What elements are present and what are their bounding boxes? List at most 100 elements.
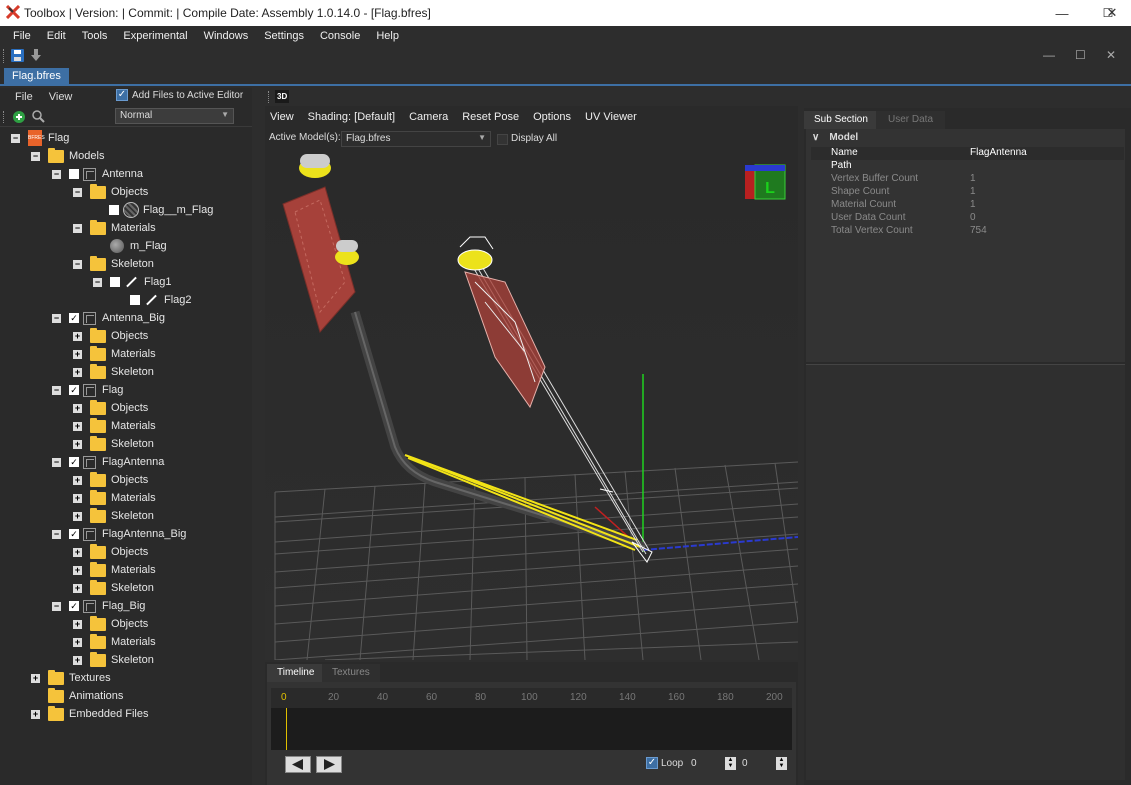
- end-frame-input[interactable]: 0: [742, 758, 748, 769]
- tree-node-flag[interactable]: − ✓ Flag: [52, 381, 123, 399]
- download-arrow-icon[interactable]: [30, 49, 42, 62]
- expand-icon[interactable]: +: [73, 439, 82, 449]
- active-models-dropdown[interactable]: Flag.bfres ▼: [341, 131, 491, 147]
- tree-menu-file[interactable]: File: [15, 91, 33, 103]
- collapse-icon[interactable]: −: [52, 313, 61, 323]
- toolbar-grip[interactable]: [3, 49, 6, 63]
- prev-frame-button[interactable]: [285, 756, 311, 773]
- tree-node-objects[interactable]: − Objects: [73, 183, 148, 201]
- viewer-menu-reset-pose[interactable]: Reset Pose: [462, 111, 519, 123]
- tree-node-bone-flag1[interactable]: − Flag1: [93, 273, 172, 291]
- collapse-icon[interactable]: −: [52, 529, 61, 539]
- visibility-checkbox[interactable]: ✓: [69, 529, 79, 539]
- property-row[interactable]: Total Vertex Count 754: [811, 225, 1124, 238]
- expand-icon[interactable]: +: [73, 367, 82, 377]
- tree-node-materials[interactable]: + Materials: [73, 417, 156, 435]
- property-row[interactable]: Vertex Buffer Count 1: [811, 173, 1124, 186]
- mdi-maximize-button[interactable]: ☐: [1075, 48, 1086, 62]
- collapse-chevron-icon[interactable]: ∨: [812, 132, 819, 143]
- tree-node-animations[interactable]: Animations: [48, 687, 123, 705]
- tree-node-models[interactable]: − Models: [31, 147, 104, 165]
- tree-node-antenna[interactable]: − Antenna: [52, 165, 143, 183]
- tree-node-textures[interactable]: + Textures: [31, 669, 111, 687]
- expand-icon[interactable]: +: [73, 421, 82, 431]
- visibility-checkbox[interactable]: ✓: [69, 601, 79, 611]
- tree-node-skeleton[interactable]: + Skeleton: [73, 579, 154, 597]
- expand-icon[interactable]: +: [73, 493, 82, 503]
- tab-timeline[interactable]: Timeline: [267, 664, 325, 682]
- view-orientation-gizmo[interactable]: L: [745, 164, 786, 200]
- tree-node-objects[interactable]: + Objects: [73, 327, 148, 345]
- menu-experimental[interactable]: Experimental: [123, 30, 187, 42]
- 3d-scene[interactable]: L: [265, 152, 798, 660]
- visibility-checkbox[interactable]: ✓: [69, 457, 79, 467]
- expand-icon[interactable]: +: [73, 511, 82, 521]
- expand-icon[interactable]: +: [73, 331, 82, 341]
- collapse-icon[interactable]: −: [93, 277, 102, 287]
- loop-checkbox[interactable]: ✓: [646, 757, 658, 769]
- tree-node-materials[interactable]: + Materials: [73, 489, 156, 507]
- mdi-minimize-button[interactable]: —: [1043, 48, 1055, 62]
- tree-node-skeleton[interactable]: + Skeleton: [73, 435, 154, 453]
- frame-input[interactable]: 0: [691, 758, 697, 769]
- tab-sub-section[interactable]: Sub Section: [804, 111, 878, 129]
- collapse-icon[interactable]: −: [52, 601, 61, 611]
- expand-icon[interactable]: +: [73, 565, 82, 575]
- tree-node-skeleton[interactable]: + Skeleton: [73, 363, 154, 381]
- mdi-close-button[interactable]: ✕: [1106, 48, 1116, 62]
- property-row[interactable]: Name FlagAntenna: [811, 147, 1124, 160]
- expand-icon[interactable]: +: [31, 709, 40, 719]
- tree-node-materials[interactable]: + Materials: [73, 633, 156, 651]
- visibility-checkbox[interactable]: [130, 295, 140, 305]
- viewer-menu-uv-viewer[interactable]: UV Viewer: [585, 111, 637, 123]
- tree-toolbar-grip[interactable]: [3, 111, 6, 123]
- expand-icon[interactable]: +: [73, 403, 82, 413]
- tree-node-bone-flag2[interactable]: Flag2: [130, 291, 192, 309]
- tree-node-mesh[interactable]: Flag__m_Flag: [109, 201, 213, 219]
- expand-icon[interactable]: +: [73, 655, 82, 665]
- viewer-menu-shading[interactable]: Shading: [Default]: [308, 111, 395, 123]
- tree-menu-view[interactable]: View: [49, 91, 73, 103]
- tree-node-skeleton[interactable]: − Skeleton: [73, 255, 154, 273]
- expand-icon[interactable]: +: [73, 583, 82, 593]
- collapse-icon[interactable]: −: [52, 457, 61, 467]
- close-button[interactable]: ✕: [1089, 0, 1131, 26]
- add-icon[interactable]: [13, 111, 25, 123]
- tree-node-materials[interactable]: − Materials: [73, 219, 156, 237]
- tab-3d[interactable]: 3D: [275, 90, 290, 103]
- splitter[interactable]: [252, 88, 265, 785]
- tree-node-flag-antenna[interactable]: − ✓ FlagAntenna: [52, 453, 164, 471]
- minimize-button[interactable]: —: [1039, 0, 1085, 26]
- property-section-header[interactable]: ∨ Model: [812, 132, 858, 143]
- collapse-icon[interactable]: −: [73, 259, 82, 269]
- tree-node-material[interactable]: m_Flag: [110, 237, 167, 255]
- 3d-viewport[interactable]: L: [265, 152, 798, 660]
- expand-icon[interactable]: +: [73, 475, 82, 485]
- visibility-checkbox[interactable]: ✓: [69, 385, 79, 395]
- tree-node-skeleton[interactable]: + Skeleton: [73, 507, 154, 525]
- playhead[interactable]: [286, 708, 287, 750]
- visibility-checkbox[interactable]: ✓: [69, 313, 79, 323]
- tree-node-flag-big[interactable]: − ✓ Flag_Big: [52, 597, 145, 615]
- collapse-icon[interactable]: −: [52, 385, 61, 395]
- expand-icon[interactable]: +: [73, 619, 82, 629]
- menu-file[interactable]: File: [13, 30, 31, 42]
- collapse-icon[interactable]: −: [31, 151, 40, 161]
- menu-windows[interactable]: Windows: [204, 30, 249, 42]
- tree-node-embedded-files[interactable]: + Embedded Files: [31, 705, 149, 723]
- menu-console[interactable]: Console: [320, 30, 360, 42]
- menu-settings[interactable]: Settings: [264, 30, 304, 42]
- tree-node-flag-antenna-big[interactable]: − ✓ FlagAntenna_Big: [52, 525, 186, 543]
- menu-edit[interactable]: Edit: [47, 30, 66, 42]
- property-row[interactable]: Shape Count 1: [811, 186, 1124, 199]
- collapse-icon[interactable]: −: [52, 169, 61, 179]
- property-row[interactable]: User Data Count 0: [811, 212, 1124, 225]
- collapse-icon[interactable]: −: [73, 223, 82, 233]
- add-files-toggle[interactable]: ✓ Add Files to Active Editor: [116, 89, 243, 101]
- search-icon[interactable]: [32, 110, 45, 123]
- property-row[interactable]: Path: [811, 160, 1124, 173]
- tree-node-objects[interactable]: + Objects: [73, 615, 148, 633]
- tree-node-objects[interactable]: + Objects: [73, 543, 148, 561]
- tree-node-objects[interactable]: + Objects: [73, 399, 148, 417]
- tree-node-materials[interactable]: + Materials: [73, 561, 156, 579]
